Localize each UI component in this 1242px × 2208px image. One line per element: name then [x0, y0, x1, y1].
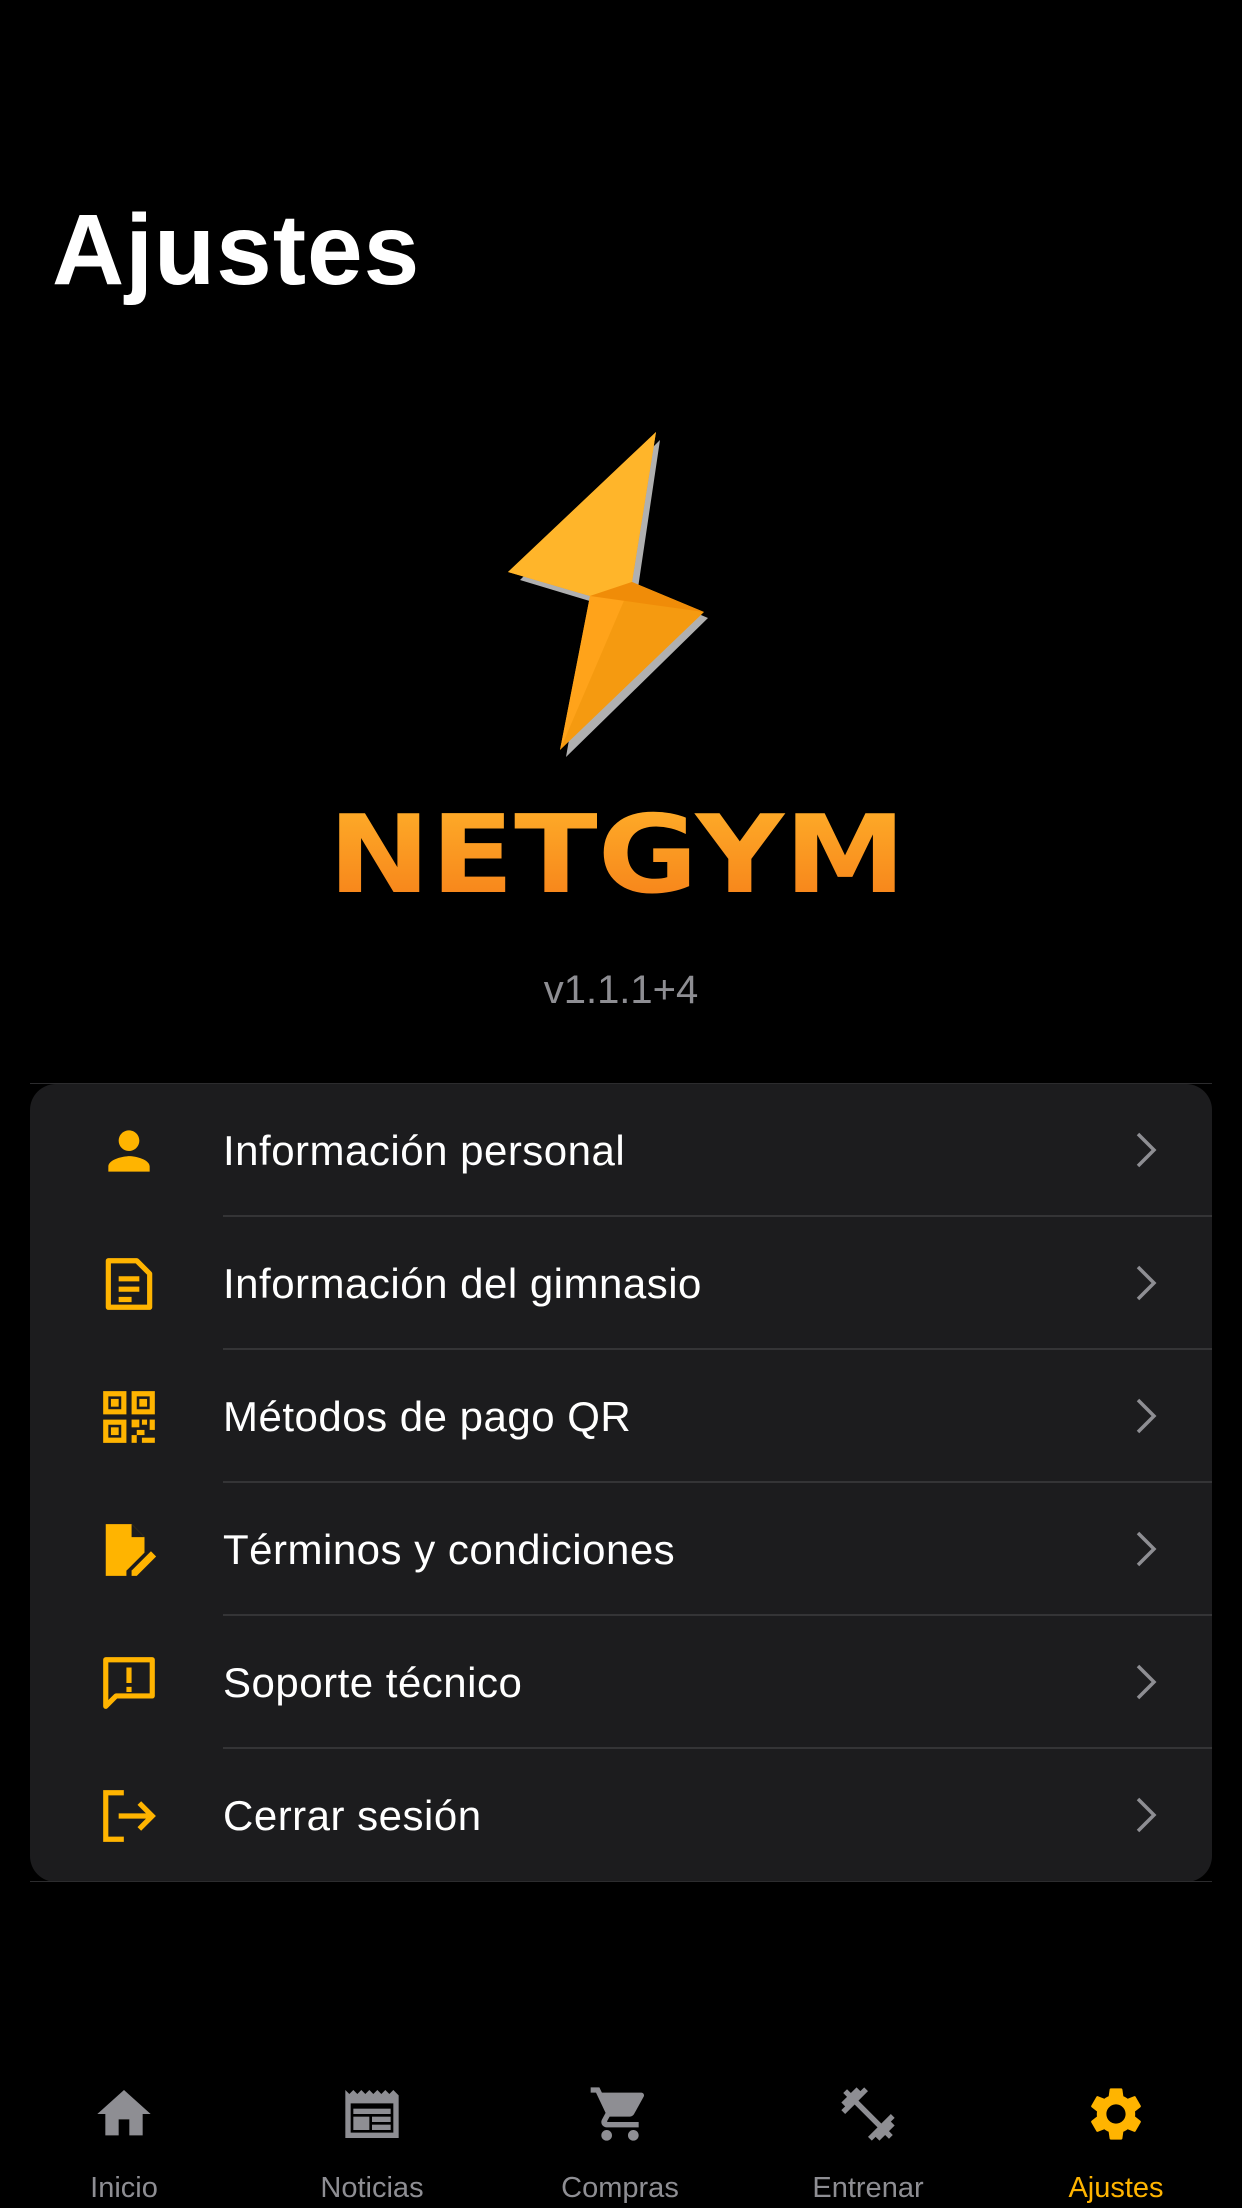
- menu-item-qr-payment[interactable]: Métodos de pago QR: [30, 1350, 1212, 1483]
- person-icon: [108, 1130, 150, 1172]
- cart-icon: [590, 2087, 645, 2141]
- menu-item-label: Cerrar sesión: [223, 1792, 482, 1839]
- lightning-bolt-logo: [508, 432, 708, 757]
- chevron-right-icon: [1136, 1531, 1157, 1567]
- dumbbell-icon: [841, 2087, 895, 2141]
- menu-item-terms[interactable]: Términos y condiciones: [30, 1483, 1212, 1616]
- tab-noticias[interactable]: Noticias: [248, 2060, 496, 2208]
- tab-label: Ajustes: [1068, 2172, 1164, 2204]
- menu-item-label: Métodos de pago QR: [223, 1393, 632, 1440]
- chevron-right-icon: [1136, 1132, 1157, 1168]
- settings-menu: Información personal Información del gim…: [30, 1084, 1212, 1882]
- tab-label: Compras: [561, 2172, 679, 2204]
- app-version: v1.1.1+4: [543, 968, 699, 1012]
- menu-item-label: Información personal: [223, 1127, 626, 1174]
- tab-ajustes[interactable]: Ajustes: [992, 2060, 1240, 2208]
- tab-compras[interactable]: Compras: [496, 2060, 744, 2208]
- tab-bar: Inicio Noticias Compras Entrenar Ajustes: [0, 2060, 1242, 2208]
- menu-item-personal-info[interactable]: Información personal: [30, 1084, 1212, 1217]
- document-edit-icon: [105, 1524, 157, 1576]
- newspaper-icon: [345, 2090, 399, 2138]
- brand-text: NETGYM: [328, 800, 906, 900]
- feedback-icon: [103, 1657, 155, 1709]
- page-title: Ajustes: [52, 194, 421, 306]
- home-icon: [97, 2090, 151, 2136]
- document-icon: [105, 1258, 153, 1310]
- chevron-right-icon: [1136, 1398, 1157, 1434]
- divider: [30, 1881, 1212, 1882]
- menu-item-gym-info[interactable]: Información del gimnasio: [30, 1217, 1212, 1350]
- menu-item-label: Términos y condiciones: [223, 1526, 676, 1573]
- menu-item-support[interactable]: Soporte técnico: [30, 1616, 1212, 1749]
- logout-icon: [103, 1790, 156, 1842]
- menu-item-label: Información del gimnasio: [223, 1260, 702, 1307]
- tab-label: Entrenar: [812, 2172, 924, 2204]
- netgym-wordmark: NETGYM: [328, 800, 906, 900]
- tab-label: Noticias: [320, 2172, 424, 2204]
- tab-inicio[interactable]: Inicio: [0, 2060, 248, 2208]
- tab-label: Inicio: [90, 2172, 158, 2204]
- chevron-right-icon: [1136, 1797, 1157, 1833]
- tab-entrenar[interactable]: Entrenar: [744, 2060, 992, 2208]
- menu-item-logout[interactable]: Cerrar sesión: [30, 1749, 1212, 1882]
- chevron-right-icon: [1136, 1664, 1157, 1700]
- chevron-right-icon: [1136, 1265, 1157, 1301]
- gear-icon: [1091, 2088, 1141, 2140]
- menu-item-label: Soporte técnico: [223, 1659, 523, 1706]
- qr-code-icon: [103, 1391, 155, 1443]
